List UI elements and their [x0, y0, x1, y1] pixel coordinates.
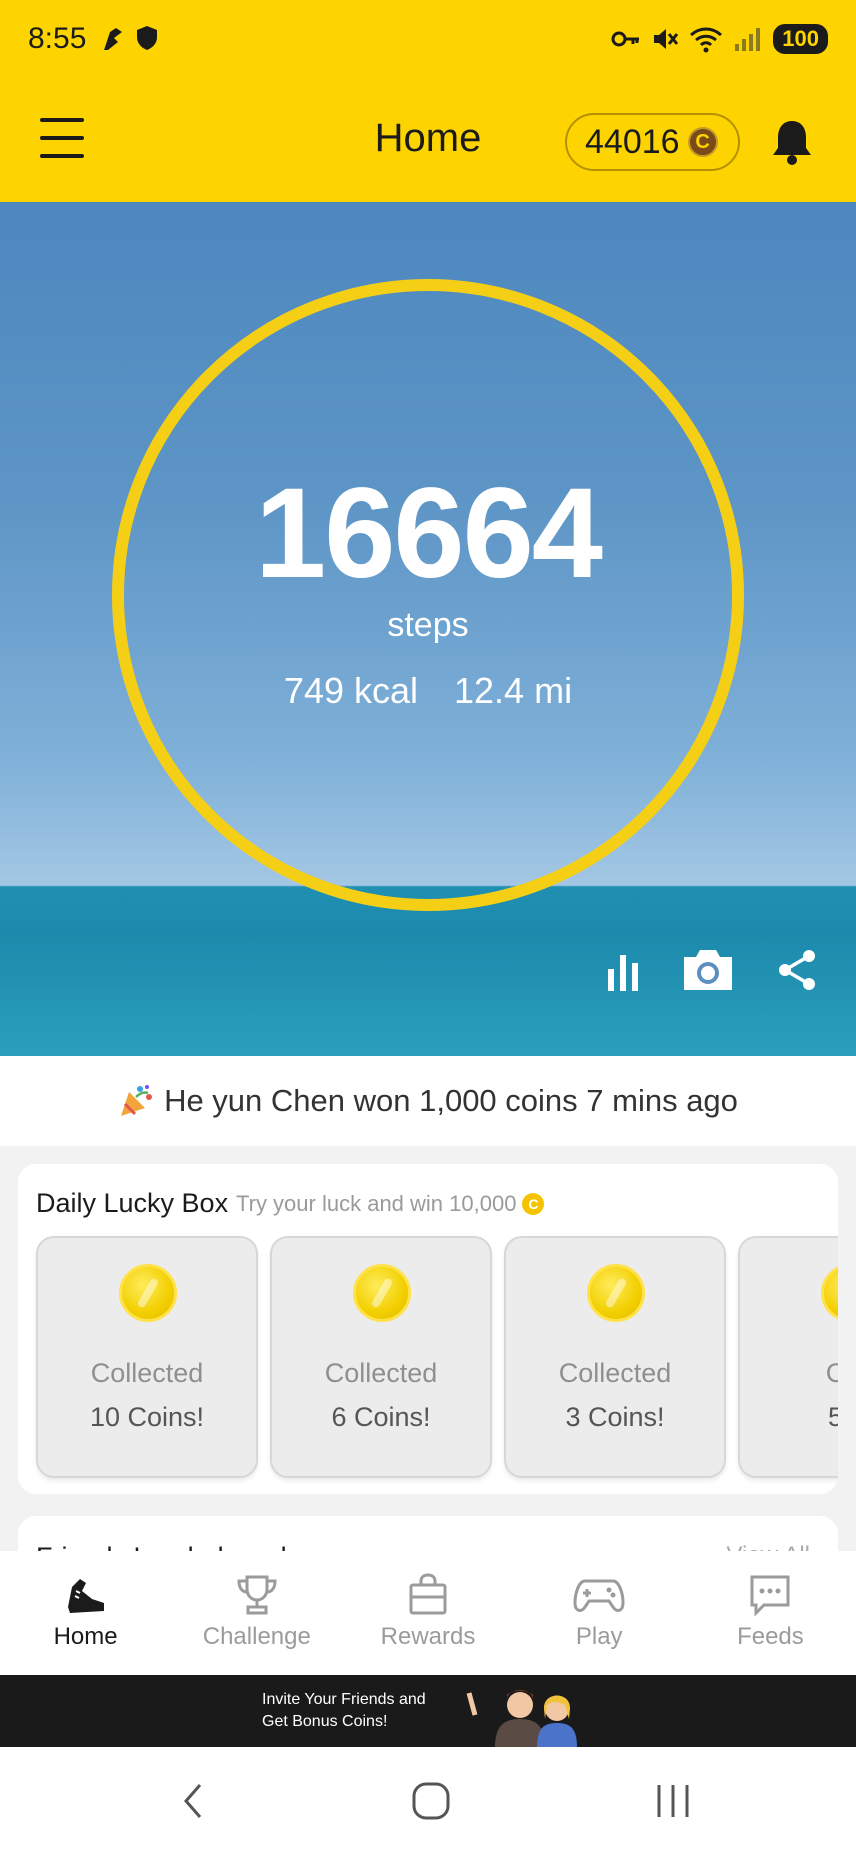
nav-home-label: Home — [53, 1623, 118, 1650]
nav-home[interactable]: Home — [0, 1551, 171, 1675]
stats-chart-icon[interactable] — [606, 949, 640, 991]
lucky-box-item[interactable]: Coll 5 C — [738, 1236, 838, 1478]
sneaker-icon — [67, 1579, 104, 1613]
coin-balance: 44016 — [585, 122, 680, 161]
coin-icon: C — [687, 127, 718, 157]
share-icon[interactable] — [776, 948, 818, 992]
bottom-nav: Home Challenge Rewards Play Feeds — [0, 1551, 856, 1675]
lucky-box-item[interactable]: Collected 3 Coins! — [504, 1236, 726, 1478]
hero-actions — [606, 947, 818, 993]
gamepad-icon — [573, 1579, 625, 1612]
lucky-box-title: Daily Lucky Box — [36, 1188, 229, 1218]
invite-banner-text: Invite Your Friends and Get Bonus Coins! — [262, 1689, 462, 1733]
gold-coin-icon — [119, 1264, 177, 1322]
status-time: 8:55 — [28, 22, 87, 55]
coin-icon: C — [522, 1193, 545, 1215]
bell-icon[interactable] — [770, 118, 814, 166]
step-counter-hero: 16664 steps 749 kcal 12.4 mi — [0, 202, 856, 1056]
nav-play-label: Play — [575, 1623, 623, 1650]
nav-play[interactable]: Play — [514, 1551, 685, 1675]
nav-rewards[interactable]: Rewards — [342, 1551, 513, 1675]
lucky-box-amount: 3 Coins! — [565, 1402, 665, 1432]
back-icon[interactable] — [178, 1781, 208, 1821]
winner-ticker: He yun Chen won 1,000 coins 7 mins ago — [0, 1056, 856, 1146]
nav-challenge[interactable]: Challenge — [171, 1551, 342, 1675]
winner-message: He yun Chen won 1,000 coins 7 mins ago — [164, 1083, 738, 1118]
battery-indicator: 100 — [773, 24, 828, 54]
activity-metrics: 749 kcal 12.4 mi — [0, 670, 856, 712]
invite-line-2: Get Bonus Coins! — [262, 1713, 388, 1730]
shield-icon — [137, 26, 157, 50]
invite-line-1: Invite Your Friends and — [262, 1691, 426, 1708]
nav-rewards-label: Rewards — [380, 1623, 476, 1650]
home-circle-icon[interactable] — [411, 1781, 451, 1821]
lucky-box-amount: 10 Coins! — [89, 1402, 205, 1432]
nav-feeds-label: Feeds — [737, 1623, 804, 1650]
calories-value: 749 kcal — [283, 670, 419, 711]
nav-challenge-label: Challenge — [202, 1623, 311, 1650]
lucky-box-status: Coll — [825, 1358, 838, 1388]
friends-illustration-icon — [466, 1690, 577, 1747]
steps-label: steps — [387, 606, 469, 644]
distance-value: 12.4 mi — [454, 670, 573, 711]
friends-leaderboard-card: Friends Leaderboard View All — [18, 1516, 838, 1556]
status-left-icons — [100, 24, 158, 52]
lucky-box-amount: 6 Coins! — [331, 1402, 431, 1432]
lucky-box-item[interactable]: Collected 6 Coins! — [270, 1236, 492, 1478]
key-icon — [611, 31, 640, 47]
lucky-box-status: Collected — [324, 1358, 438, 1388]
lucky-box-subtitle: Try your luck and win 10,000 C — [236, 1191, 545, 1217]
trophy-icon — [237, 1575, 277, 1615]
lucky-box-status: Collected — [558, 1358, 672, 1388]
gold-coin-icon — [353, 1264, 411, 1322]
lucky-box-status: Collected — [90, 1358, 204, 1388]
daily-lucky-box-card: Daily Lucky Box Try your luck and win 10… — [18, 1164, 838, 1494]
status-right-icons: 100 — [611, 24, 828, 54]
nav-feeds[interactable]: Feeds — [685, 1551, 856, 1675]
signal-icon — [735, 28, 761, 51]
system-nav-bar — [0, 1747, 856, 1855]
lucky-box-list: Collected 10 Coins! Collected 6 Coins! C… — [36, 1236, 838, 1478]
wifi-icon — [690, 27, 723, 53]
mute-icon — [654, 29, 679, 49]
gold-coin-icon — [587, 1264, 645, 1322]
chat-bubble-icon — [750, 1575, 790, 1617]
lucky-box-item[interactable]: Collected 10 Coins! — [36, 1236, 258, 1478]
party-popper-icon — [121, 1085, 153, 1116]
status-bar: 8:55 100 — [0, 0, 856, 80]
lucky-box-amount: 5 C — [827, 1402, 838, 1432]
camera-icon[interactable] — [680, 947, 736, 993]
coin-balance-pill[interactable]: 44016 C — [565, 113, 740, 171]
notification-app-icon — [104, 28, 122, 50]
invite-friends-banner[interactable]: Invite Your Friends and Get Bonus Coins! — [0, 1675, 856, 1747]
app-header: Home 44016 C — [0, 80, 856, 202]
recent-apps-icon[interactable] — [653, 1781, 693, 1821]
lucky-box-subtitle-text: Try your luck and win 10,000 — [236, 1191, 517, 1216]
shopping-bag-icon — [409, 1573, 447, 1615]
gold-coin-icon — [821, 1264, 838, 1322]
steps-count: 16664 — [255, 462, 603, 605]
